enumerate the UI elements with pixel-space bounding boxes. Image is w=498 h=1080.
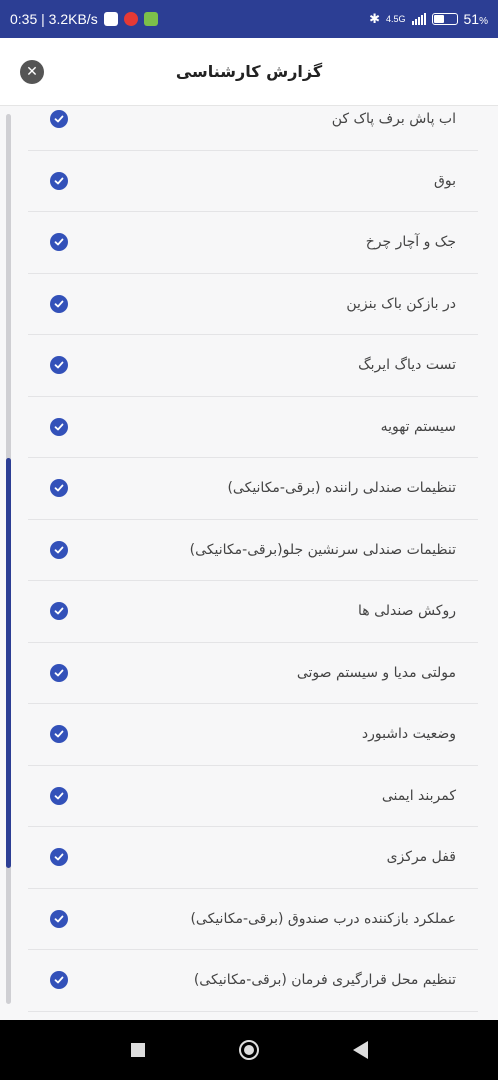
list-item-label: تست دیاگ ایربگ <box>358 357 456 374</box>
list-item-label: تنظیمات صندلی راننده (برقی-مکانیکی) <box>227 480 456 497</box>
list-item-label: وضعیت داشبورد <box>361 726 456 743</box>
list-item[interactable]: تنظیمات صندلی راننده (برقی-مکانیکی) <box>28 458 478 520</box>
check-circle-icon[interactable] <box>50 971 68 990</box>
app-notification-icon <box>103 12 118 26</box>
list-item[interactable]: در بازکن باک بنزین <box>28 274 478 335</box>
battery-readout: 51% <box>464 11 488 27</box>
list-item-label: عملکرد بازکننده درب صندوق (برقی-مکانیکی) <box>190 910 456 927</box>
battery-level: 51 <box>463 11 480 27</box>
list-item[interactable]: وضعیت داشبورد <box>28 704 478 766</box>
list-item-label: اب پاش برف پاک کن <box>331 111 456 128</box>
signal-icon <box>411 13 426 25</box>
check-circle-icon[interactable] <box>50 479 68 498</box>
check-circle-icon[interactable] <box>50 786 68 805</box>
list-item-label: قفل مرکزی <box>386 849 456 866</box>
list-item-label: تنظیمات صندلی سرنشین جلو(برقی-مکانیکی) <box>189 541 456 558</box>
list-item[interactable]: بوق <box>28 151 478 212</box>
list-item-label: کمربند ایمنی <box>381 787 456 804</box>
check-circle-icon[interactable] <box>50 909 68 928</box>
list-item[interactable]: تنظیمات صندلی سرنشین جلو(برقی-مکانیکی) <box>28 520 478 581</box>
list-item-label: تنظیم محل قرارگیری فرمان (برقی-مکانیکی) <box>193 972 456 989</box>
list-item-label: بوق <box>434 172 456 189</box>
list-item[interactable]: اب پاش برف پاک کن <box>28 106 478 151</box>
list-item-label: مولتی مدیا و سیستم صوتی <box>296 664 456 681</box>
list-item[interactable]: مولتی مدیا و سیستم صوتی <box>28 643 478 704</box>
list-item[interactable]: سیستم تهویه <box>28 397 478 458</box>
list-item[interactable]: تنظیم محل قرارگیری فرمان (برقی-مکانیکی) <box>28 950 478 1012</box>
list-item[interactable]: قفل مرکزی <box>28 827 478 889</box>
check-circle-icon[interactable] <box>50 848 68 867</box>
check-circle-icon[interactable] <box>50 417 68 436</box>
check-circle-icon[interactable] <box>50 663 68 682</box>
check-circle-icon[interactable] <box>50 110 68 129</box>
close-icon: ✕ <box>26 64 38 80</box>
check-circle-icon[interactable] <box>50 602 68 621</box>
list-item-label: در بازکن باک بنزین <box>346 295 456 312</box>
home-button[interactable] <box>238 1040 259 1060</box>
list-item[interactable]: کمربند ایمنی <box>28 766 478 827</box>
navigation-bar <box>0 1020 498 1080</box>
check-circle-icon[interactable] <box>50 725 68 744</box>
recent-apps-button[interactable] <box>130 1043 145 1057</box>
check-circle-icon[interactable] <box>50 233 68 252</box>
check-circle-icon[interactable] <box>50 294 68 313</box>
network-type: 4.5G <box>386 14 406 24</box>
bluetooth-icon: ✱ <box>369 11 380 26</box>
list-item[interactable]: تست دیاگ ایربگ <box>28 335 478 397</box>
check-circle-icon[interactable] <box>50 171 68 190</box>
list-item-label: جک و آچار چرخ <box>365 234 456 251</box>
list-item-label: سیستم تهویه <box>380 418 456 435</box>
check-circle-icon[interactable] <box>50 540 68 559</box>
page-title: گزارش کارشناسی <box>175 62 323 81</box>
check-circle-icon[interactable] <box>50 356 68 375</box>
list-item-label: روکش صندلی ها <box>358 603 456 620</box>
checklist-container[interactable]: اب پاش برف پاک کن بوق جک و آچار چرخ در بازک… <box>0 106 498 1020</box>
close-button[interactable]: ✕ <box>20 60 44 84</box>
status-bar: 0:35 | 3.2KB/s ✱ 4.5G 51% <box>0 0 498 38</box>
page-header: ✕ گزارش کارشناسی <box>0 38 498 106</box>
checklist: اب پاش برف پاک کن بوق جک و آچار چرخ در بازک… <box>28 106 478 1012</box>
status-time-speed: 0:35 | 3.2KB/s <box>10 11 98 27</box>
list-item[interactable]: عملکرد بازکننده درب صندوق (برقی-مکانیکی) <box>28 889 478 950</box>
battery-icon <box>431 13 458 25</box>
download-icon <box>143 12 158 26</box>
list-item[interactable]: جک و آچار چرخ <box>28 212 478 274</box>
battery-unit: % <box>479 16 488 27</box>
list-item[interactable]: روکش صندلی ها <box>28 581 478 643</box>
back-button[interactable] <box>352 1041 368 1059</box>
scrollbar-thumb[interactable] <box>6 458 11 868</box>
app-notification-icon <box>123 12 138 26</box>
